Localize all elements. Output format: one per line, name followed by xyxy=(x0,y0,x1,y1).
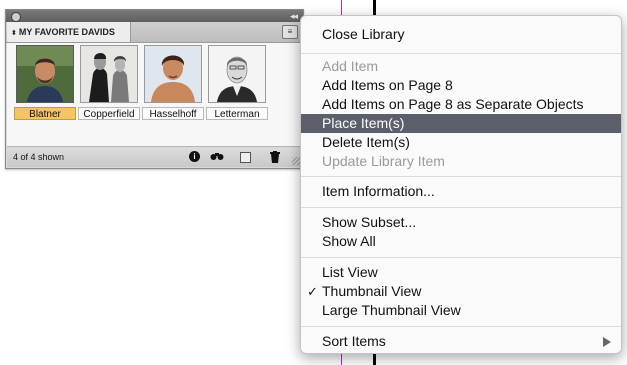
collapse-panel-icon[interactable]: ◂◂ xyxy=(290,10,298,22)
menu-item-close-library[interactable]: Close Library xyxy=(301,25,621,44)
item-label: Copperfield xyxy=(78,107,140,120)
resize-grip-icon[interactable] xyxy=(292,157,300,165)
thumbnail-image xyxy=(144,45,202,103)
menu-item-add-items-on-page[interactable]: Add Items on Page 8 xyxy=(301,76,621,95)
menu-item-large-thumbnail-view[interactable]: Large Thumbnail View xyxy=(301,301,621,320)
item-label: Hasselhoff xyxy=(142,107,204,120)
menu-separator xyxy=(301,53,621,54)
menu-item-show-subset[interactable]: Show Subset... xyxy=(301,213,621,232)
menu-item-add-item: Add Item xyxy=(322,58,379,74)
panel-menu-button[interactable]: ≡ xyxy=(282,25,298,39)
library-item-hasselhoff[interactable]: Hasselhoff xyxy=(142,45,204,121)
item-label: Letterman xyxy=(206,107,268,120)
tab-label: MY FAVORITE DAVIDS xyxy=(18,27,115,37)
library-panel-menu: Close Library Add Item Add Items on Page… xyxy=(300,15,622,354)
item-label: Blatner xyxy=(14,107,76,120)
thumbnail-image xyxy=(208,45,266,103)
trash-icon[interactable] xyxy=(269,151,281,163)
binoculars-icon[interactable] xyxy=(210,151,224,163)
close-panel-icon[interactable] xyxy=(11,12,21,22)
panel-titlebar[interactable]: ◂◂ xyxy=(6,10,303,22)
menu-item-update-library-item: Update Library Item xyxy=(322,153,445,169)
menu-item-item-information[interactable]: Item Information... xyxy=(301,182,621,201)
checkmark-icon: ✓ xyxy=(307,284,318,299)
menu-separator xyxy=(301,326,621,327)
info-icon[interactable]: i xyxy=(189,151,200,162)
menu-item-list-view[interactable]: List View xyxy=(301,263,621,282)
menu-item-show-all[interactable]: Show All xyxy=(301,232,621,251)
menu-item-add-items-separate-objects[interactable]: Add Items on Page 8 as Separate Objects xyxy=(301,95,621,114)
library-item-blatner[interactable]: Blatner xyxy=(14,45,76,121)
menu-item-label: Thumbnail View xyxy=(322,283,422,299)
new-item-icon[interactable] xyxy=(240,152,251,163)
menu-separator xyxy=(301,257,621,258)
thumbnail-image xyxy=(80,45,138,103)
tab-arrows-icon: ⬍ xyxy=(11,30,17,37)
menu-item-thumbnail-view[interactable]: ✓ Thumbnail View xyxy=(301,282,621,301)
library-item-letterman[interactable]: Letterman xyxy=(206,45,268,121)
library-items-area: Blatner Copperfield Hasselhoff Letterman xyxy=(7,43,302,147)
thumbnail-image xyxy=(16,45,74,103)
submenu-arrow-icon xyxy=(603,337,611,347)
menu-item-place-items[interactable]: Place Item(s) xyxy=(301,114,621,133)
panel-status-bar: 4 of 4 shown i xyxy=(7,148,302,167)
library-panel: ◂◂ ⬍ MY FAVORITE DAVIDS ≡ Blatner Copper… xyxy=(5,9,304,169)
items-shown-count: 4 of 4 shown xyxy=(13,152,65,162)
library-item-copperfield[interactable]: Copperfield xyxy=(78,45,140,121)
menu-separator xyxy=(301,207,621,208)
menu-separator xyxy=(301,176,621,177)
panel-tab-row: ⬍ MY FAVORITE DAVIDS ≡ xyxy=(6,22,303,43)
tab-my-favorite-davids[interactable]: ⬍ MY FAVORITE DAVIDS xyxy=(7,22,131,42)
menu-item-label: Sort Items xyxy=(322,333,386,349)
menu-item-delete-items[interactable]: Delete Item(s) xyxy=(301,133,621,152)
menu-item-sort-items[interactable]: Sort Items xyxy=(301,332,621,351)
